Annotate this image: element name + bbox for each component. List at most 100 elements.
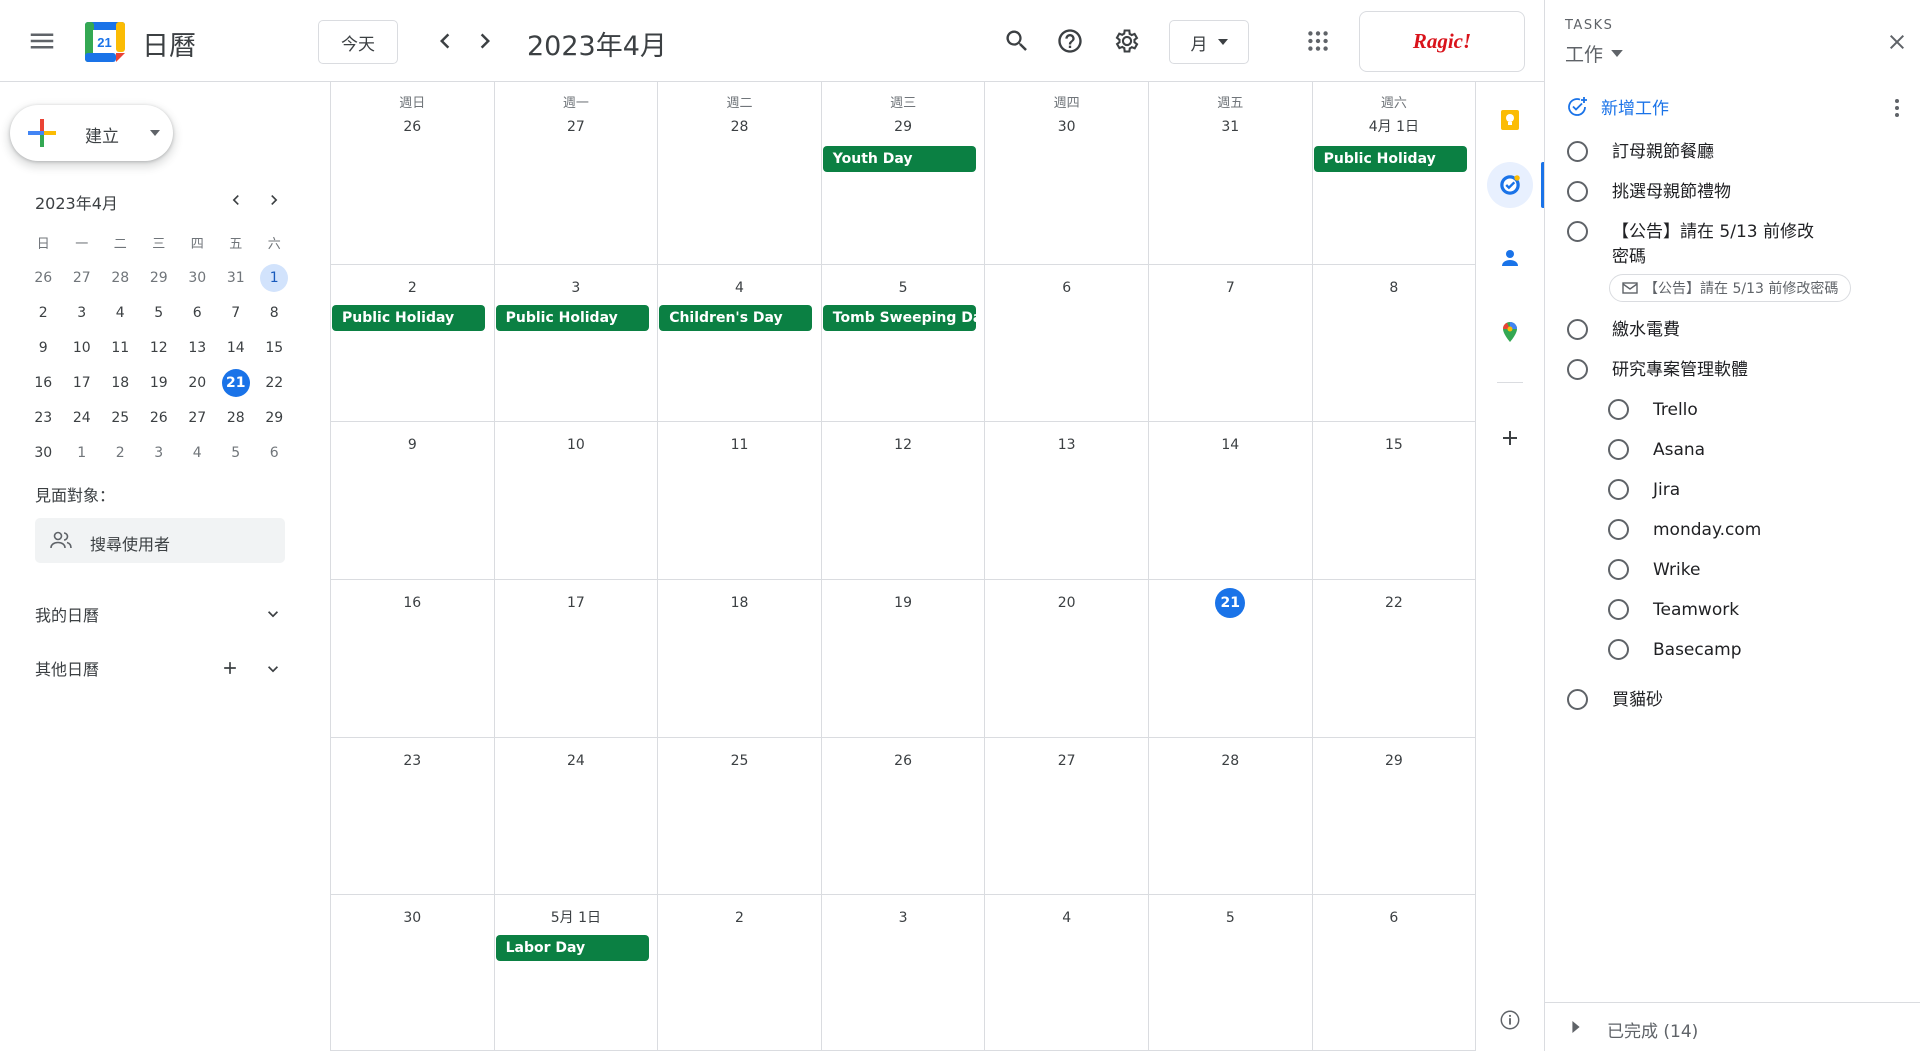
subtask-item[interactable]: monday.com xyxy=(1608,518,1761,543)
mini-day[interactable]: 30 xyxy=(24,435,63,470)
mini-day[interactable]: 2 xyxy=(101,435,140,470)
day-cell[interactable]: 5 xyxy=(822,265,986,421)
day-number[interactable]: 4 xyxy=(658,273,821,303)
task-checkbox[interactable] xyxy=(1567,141,1588,162)
mini-day[interactable]: 12 xyxy=(140,330,179,365)
event-chip[interactable]: Children's Day xyxy=(659,305,813,331)
day-number[interactable]: 15 xyxy=(1313,430,1476,460)
main-menu-icon[interactable] xyxy=(27,26,57,56)
subtask-checkbox[interactable] xyxy=(1608,439,1629,460)
event-chip[interactable]: Labor Day xyxy=(495,935,649,961)
contacts-button[interactable] xyxy=(1492,240,1528,276)
subtask-item[interactable]: Teamwork xyxy=(1608,598,1739,623)
day-cell[interactable]: 週六 4月 1日 xyxy=(1313,82,1477,264)
subtask-checkbox[interactable] xyxy=(1608,519,1629,540)
day-number[interactable]: 27 xyxy=(985,746,1148,776)
day-cell[interactable]: 21 xyxy=(1149,580,1313,737)
subtask-item[interactable]: Trello xyxy=(1608,398,1698,423)
my-calendars-header[interactable]: 我的日曆 xyxy=(35,602,99,626)
mini-day[interactable]: 25 xyxy=(101,400,140,435)
day-number[interactable]: 19 xyxy=(822,588,985,618)
mini-prev-month-icon[interactable] xyxy=(226,190,246,210)
mini-day[interactable]: 3 xyxy=(63,295,102,330)
mini-day[interactable]: 9 xyxy=(24,330,63,365)
task-item[interactable]: 挑選母親節禮物 xyxy=(1567,180,1731,205)
day-cell[interactable]: 25 xyxy=(658,738,822,894)
chevron-down-icon[interactable] xyxy=(263,659,283,679)
day-cell[interactable]: 19 xyxy=(822,580,986,737)
mini-day[interactable]: 26 xyxy=(24,260,63,295)
day-number[interactable]: 5 xyxy=(1149,903,1312,933)
day-cell[interactable]: 11 xyxy=(658,422,822,579)
tasks-button[interactable] xyxy=(1487,162,1533,208)
mini-day[interactable]: 14 xyxy=(217,330,256,365)
task-list-selector[interactable]: 工作 xyxy=(1565,40,1623,67)
mini-day[interactable]: 28 xyxy=(101,260,140,295)
day-number[interactable]: 8 xyxy=(1313,273,1476,303)
day-cell[interactable]: 12 xyxy=(822,422,986,579)
event-chip[interactable]: Public Holiday xyxy=(332,305,485,331)
mini-day[interactable]: 6 xyxy=(178,295,217,330)
day-cell[interactable]: 2 xyxy=(331,265,495,421)
event-chip[interactable]: Public Holiday xyxy=(1313,146,1467,172)
task-item[interactable]: 買貓砂 xyxy=(1567,688,1663,713)
day-number[interactable]: 4月 1日 xyxy=(1313,112,1476,142)
day-cell[interactable]: 15 xyxy=(1313,422,1477,579)
day-number[interactable]: 2 xyxy=(331,273,494,303)
task-title[interactable]: 【公告】請在 5/13 前修改 密碼 xyxy=(1612,220,1814,270)
mini-day[interactable]: 15 xyxy=(255,330,294,365)
task-title[interactable]: 買貓砂 xyxy=(1612,688,1663,713)
completed-section[interactable]: 已完成 (14) xyxy=(1545,1002,1920,1051)
day-cell[interactable]: 週日 26 xyxy=(331,82,495,264)
mini-day[interactable]: 4 xyxy=(178,435,217,470)
mini-day[interactable]: 1 xyxy=(255,260,294,295)
day-cell[interactable]: 20 xyxy=(985,580,1149,737)
day-number[interactable]: 5 xyxy=(822,273,985,303)
day-number[interactable]: 31 xyxy=(1149,112,1312,142)
subtask-item[interactable]: Basecamp xyxy=(1608,638,1742,663)
day-number[interactable]: 4 xyxy=(985,903,1148,933)
day-number[interactable]: 28 xyxy=(658,112,821,142)
day-cell[interactable]: 3 xyxy=(495,265,659,421)
day-cell[interactable]: 28 xyxy=(1149,738,1313,894)
day-cell[interactable]: 18 xyxy=(658,580,822,737)
day-number[interactable]: 30 xyxy=(331,903,494,933)
more-vert-icon[interactable] xyxy=(1885,96,1909,120)
subtask-title[interactable]: Asana xyxy=(1653,438,1705,463)
mini-day[interactable]: 18 xyxy=(101,365,140,400)
day-number[interactable]: 7 xyxy=(1149,273,1312,303)
day-number[interactable]: 6 xyxy=(1313,903,1476,933)
task-checkbox[interactable] xyxy=(1567,319,1588,340)
subtask-title[interactable]: monday.com xyxy=(1653,518,1761,543)
day-number[interactable]: 29 xyxy=(822,112,985,142)
previous-month-icon[interactable] xyxy=(430,26,460,56)
mini-day[interactable]: 29 xyxy=(255,400,294,435)
day-cell[interactable]: 週三 29 xyxy=(822,82,986,264)
other-calendars-header[interactable]: 其他日曆 xyxy=(35,656,99,680)
day-cell[interactable]: 16 xyxy=(331,580,495,737)
day-number[interactable]: 13 xyxy=(985,430,1148,460)
subtask-item[interactable]: Jira xyxy=(1608,478,1680,503)
day-number[interactable]: 26 xyxy=(822,746,985,776)
subtask-checkbox[interactable] xyxy=(1608,479,1629,500)
subtask-title[interactable]: Trello xyxy=(1653,398,1698,423)
task-item[interactable]: 繳水電費 xyxy=(1567,318,1680,343)
subtask-checkbox[interactable] xyxy=(1608,559,1629,580)
day-cell[interactable]: 17 xyxy=(495,580,659,737)
day-number[interactable]: 10 xyxy=(495,430,658,460)
apps-grid-icon[interactable] xyxy=(1305,28,1331,54)
mini-day[interactable]: 23 xyxy=(24,400,63,435)
mini-day[interactable]: 27 xyxy=(63,260,102,295)
subtask-item[interactable]: Asana xyxy=(1608,438,1705,463)
add-task-button[interactable]: 新增工作 xyxy=(1565,94,1669,119)
subtask-title[interactable]: Teamwork xyxy=(1653,598,1739,623)
day-number[interactable]: 5月 1日 xyxy=(495,903,658,933)
mini-day[interactable]: 2 xyxy=(24,295,63,330)
day-number[interactable]: 16 xyxy=(331,588,494,618)
day-cell[interactable]: 24 xyxy=(495,738,659,894)
mini-day[interactable]: 31 xyxy=(217,260,256,295)
day-cell[interactable]: 5月 1日 xyxy=(495,895,659,1050)
mini-day[interactable]: 19 xyxy=(140,365,179,400)
day-number[interactable]: 18 xyxy=(658,588,821,618)
mini-day[interactable]: 4 xyxy=(101,295,140,330)
